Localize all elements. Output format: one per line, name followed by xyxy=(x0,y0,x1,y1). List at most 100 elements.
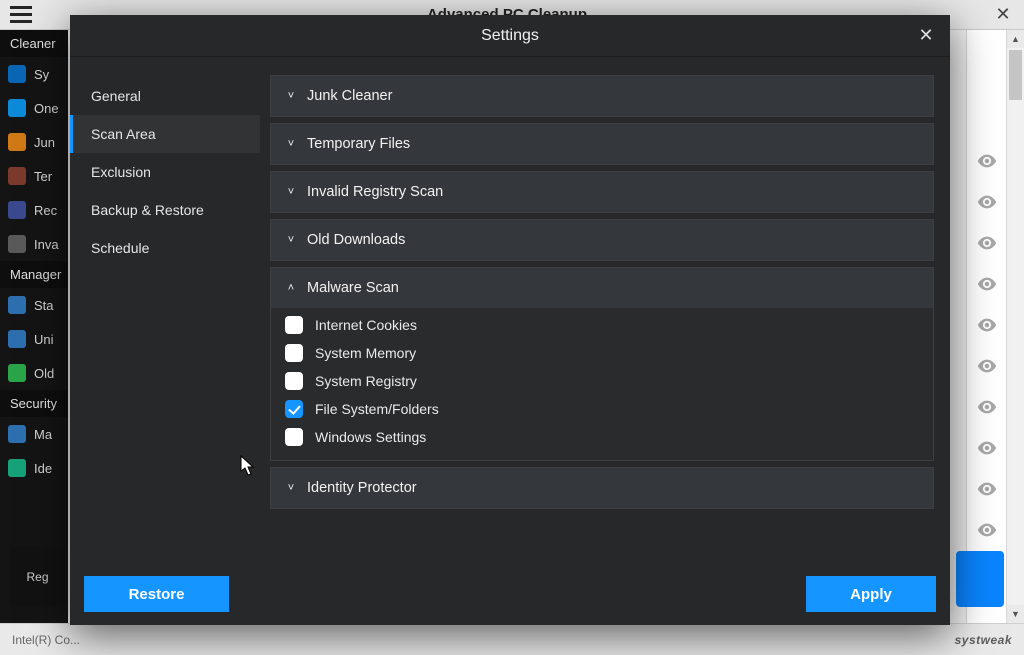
checkbox[interactable] xyxy=(285,344,303,362)
option-row[interactable]: System Memory xyxy=(285,344,919,362)
section-header[interactable]: ˄Malware Scan xyxy=(271,268,933,308)
sidebar-item[interactable]: One xyxy=(0,91,68,125)
visibility-eye-icon[interactable] xyxy=(976,478,998,505)
visibility-eye-icon[interactable] xyxy=(976,396,998,423)
chevron-up-icon: ˄ xyxy=(285,283,297,294)
section-header[interactable]: ˅ Identity Protector xyxy=(271,468,933,508)
section-header[interactable]: ˅Old Downloads xyxy=(271,220,933,260)
cpu-label: Intel(R) Co... xyxy=(12,633,80,647)
visibility-eye-icon[interactable] xyxy=(976,314,998,341)
settings-modal: Settings ✕ General Scan Area Exclusion Back… xyxy=(70,15,950,625)
sidebar-item-icon xyxy=(8,296,26,314)
window-close-icon[interactable]: ✕ xyxy=(982,4,1024,25)
section-header[interactable]: ˅ Junk Cleaner xyxy=(271,76,933,116)
sidebar-item-label: Inva xyxy=(34,237,59,252)
sidebar-item-icon xyxy=(8,99,26,117)
visibility-eye-icon[interactable] xyxy=(976,150,998,177)
sidebar-item-icon xyxy=(8,459,26,477)
sidebar-item-icon xyxy=(8,364,26,382)
scroll-up-icon[interactable]: ▲ xyxy=(1007,30,1024,48)
section-malware: ˄Malware Scan Internet Cookies System Memo… xyxy=(270,267,934,461)
checkbox[interactable] xyxy=(285,400,303,418)
option-row[interactable]: Windows Settings xyxy=(285,428,919,446)
chevron-down-icon: ˅ xyxy=(285,483,297,494)
checkbox[interactable] xyxy=(285,316,303,334)
sidebar-item[interactable]: Sta xyxy=(0,288,68,322)
menu-icon[interactable] xyxy=(10,6,32,23)
settings-nav-backup[interactable]: Backup & Restore xyxy=(70,191,260,229)
option-label: System Registry xyxy=(315,373,417,389)
section-identity: ˅ Identity Protector xyxy=(270,467,934,509)
sidebar-item-label: Ter xyxy=(34,169,52,184)
visibility-eye-icon[interactable] xyxy=(976,273,998,300)
register-chip[interactable]: Reg xyxy=(10,547,65,607)
sidebar-item-icon xyxy=(8,65,26,83)
scrollbar[interactable]: ▲ ▼ xyxy=(1006,30,1024,623)
option-row[interactable]: System Registry xyxy=(285,372,919,390)
primary-cta-behind[interactable] xyxy=(956,551,1004,607)
sidebar-item-icon xyxy=(8,167,26,185)
chevron-down-icon: ˅ xyxy=(285,91,297,102)
modal-title: Settings xyxy=(481,27,539,45)
visibility-eye-icon[interactable] xyxy=(976,232,998,259)
option-label: System Memory xyxy=(315,345,416,361)
nav-label: Scan Area xyxy=(91,126,156,142)
visibility-eye-icon[interactable] xyxy=(976,355,998,382)
section-title: Junk Cleaner xyxy=(307,88,392,104)
restore-button[interactable]: Restore xyxy=(84,576,229,612)
sidebar-item-label: Sy xyxy=(34,67,49,82)
sidebar-item[interactable]: Jun xyxy=(0,125,68,159)
nav-label: Exclusion xyxy=(91,164,151,180)
scroll-thumb[interactable] xyxy=(1009,50,1022,100)
sidebar-item-label: Ma xyxy=(34,427,52,442)
settings-nav-scanarea[interactable]: Scan Area xyxy=(70,115,260,153)
section-title: Invalid Registry Scan xyxy=(307,184,443,200)
sidebar-item-icon xyxy=(8,201,26,219)
section-title: Identity Protector xyxy=(307,480,417,496)
modal-footer: Restore Apply xyxy=(70,563,950,625)
modal-header: Settings ✕ xyxy=(70,15,950,57)
section-temp: ˅Temporary Files xyxy=(270,123,934,165)
sidebar-item[interactable]: Old xyxy=(0,356,68,390)
option-label: Windows Settings xyxy=(315,429,426,445)
app-sidebar: Cleaner Sy One Jun Ter Rec Inva ManagerSta Uni Ol… xyxy=(0,30,68,623)
nav-label: Schedule xyxy=(91,240,149,256)
close-icon[interactable]: ✕ xyxy=(910,19,942,51)
status-bar: Intel(R) Co... systweak xyxy=(0,623,1024,655)
visibility-eye-icon[interactable] xyxy=(976,519,998,546)
chevron-down-icon: ˅ xyxy=(285,235,297,246)
sidebar-item[interactable]: Uni xyxy=(0,322,68,356)
nav-label: General xyxy=(91,88,141,104)
option-row[interactable]: Internet Cookies xyxy=(285,316,919,334)
sidebar-item-label: Jun xyxy=(34,135,55,150)
visibility-eye-icon[interactable] xyxy=(976,191,998,218)
sidebar-item[interactable]: Inva xyxy=(0,227,68,261)
sidebar-item-label: Uni xyxy=(34,332,54,347)
sidebar-item[interactable]: Sy xyxy=(0,57,68,91)
option-row[interactable]: File System/Folders xyxy=(285,400,919,418)
sidebar-item[interactable]: Ma xyxy=(0,417,68,451)
section-body: Internet Cookies System Memory System Regi… xyxy=(271,308,933,460)
checkbox[interactable] xyxy=(285,372,303,390)
sidebar-item[interactable]: Ide xyxy=(0,451,68,485)
nav-label: Backup & Restore xyxy=(91,202,204,218)
settings-nav-general[interactable]: General xyxy=(70,77,260,115)
sidebar-item-icon xyxy=(8,330,26,348)
section-junk: ˅ Junk Cleaner xyxy=(270,75,934,117)
sidebar-item[interactable]: Ter xyxy=(0,159,68,193)
section-olddl: ˅Old Downloads xyxy=(270,219,934,261)
settings-nav-schedule[interactable]: Schedule xyxy=(70,229,260,267)
sidebar-group-header: Cleaner xyxy=(0,30,68,57)
apply-button[interactable]: Apply xyxy=(806,576,936,612)
visibility-eye-icon[interactable] xyxy=(976,437,998,464)
chevron-down-icon: ˅ xyxy=(285,139,297,150)
sidebar-item[interactable]: Rec xyxy=(0,193,68,227)
section-header[interactable]: ˅Temporary Files xyxy=(271,124,933,164)
scroll-down-icon[interactable]: ▼ xyxy=(1007,605,1024,623)
sidebar-item-icon xyxy=(8,133,26,151)
checkbox[interactable] xyxy=(285,428,303,446)
section-header[interactable]: ˅Invalid Registry Scan xyxy=(271,172,933,212)
settings-nav-exclusion[interactable]: Exclusion xyxy=(70,153,260,191)
sidebar-group-header: Manager xyxy=(0,261,68,288)
sidebar-item-label: Rec xyxy=(34,203,57,218)
